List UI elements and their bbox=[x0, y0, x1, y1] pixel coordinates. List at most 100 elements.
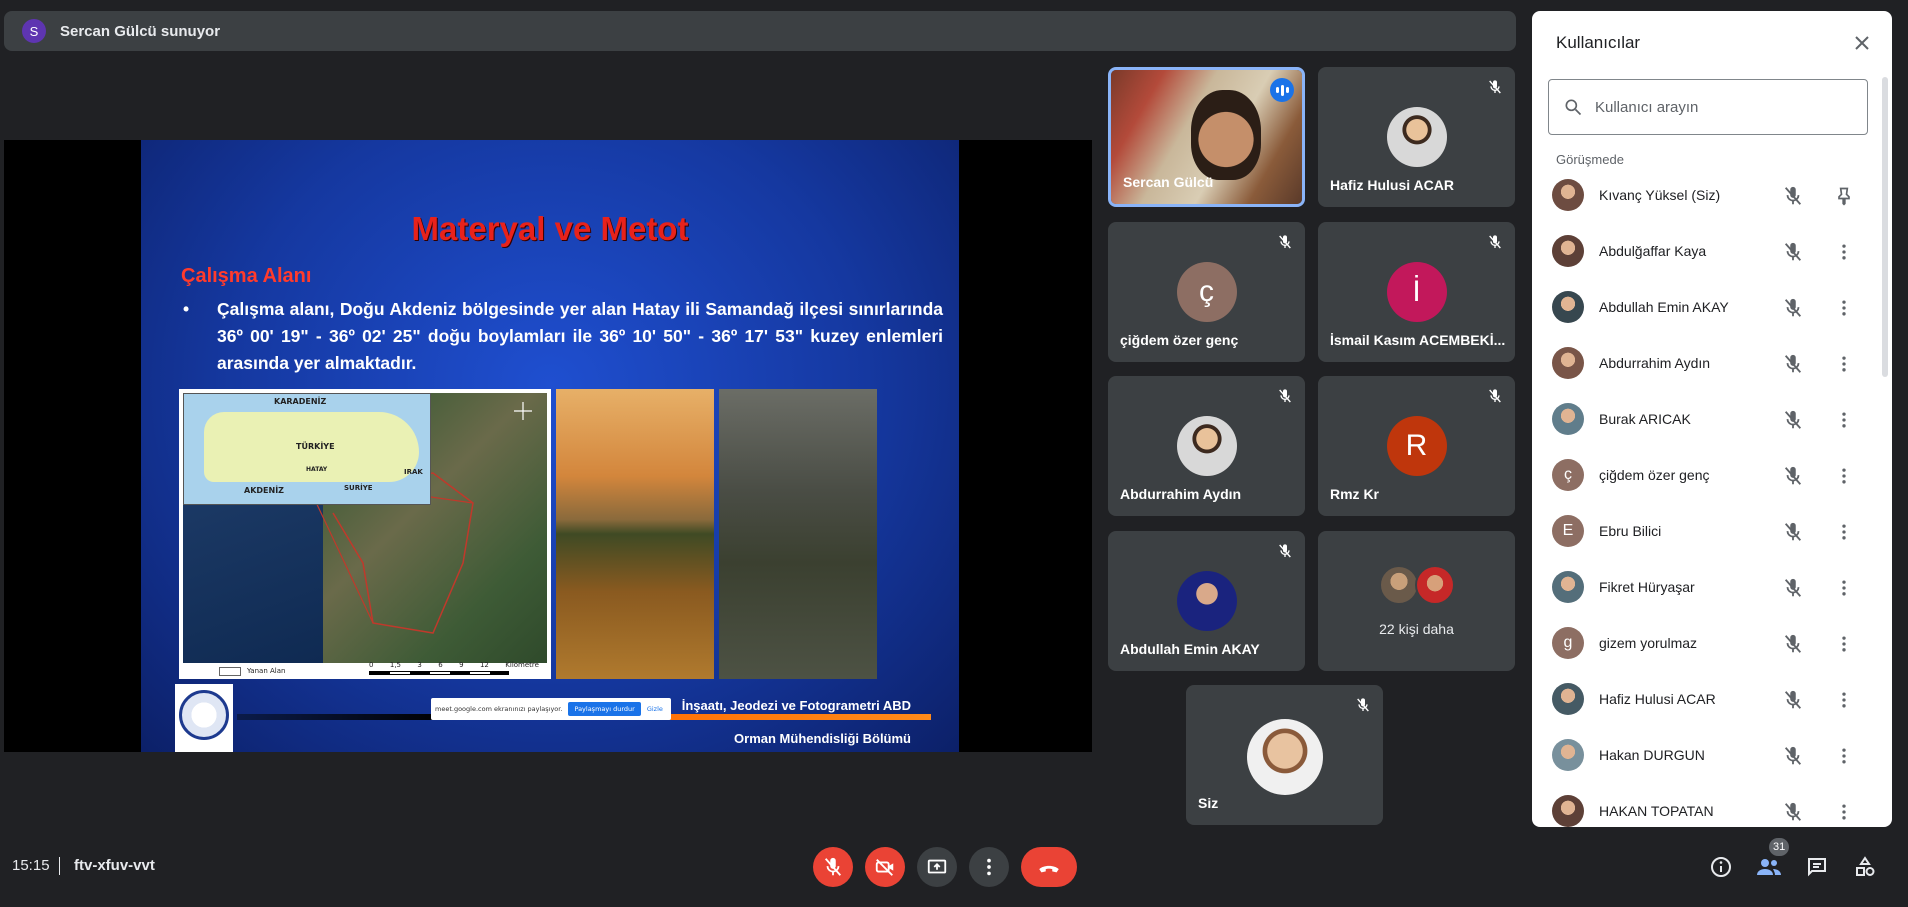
pin-icon[interactable] bbox=[1832, 184, 1856, 208]
user-name: HAKAN TOPATAN bbox=[1599, 803, 1714, 819]
avatar bbox=[1552, 739, 1584, 771]
more-vert-icon[interactable] bbox=[1832, 240, 1856, 264]
self-tile[interactable]: Siz bbox=[1186, 685, 1383, 825]
presentation-view[interactable]: Materyal ve Metot Çalışma Alanı • Çalışm… bbox=[4, 140, 1092, 752]
participant-tile-hafiz[interactable]: Hafiz Hulusi ACAR bbox=[1318, 67, 1515, 207]
user-list-item[interactable]: Hafiz Hulusi ACAR bbox=[1532, 671, 1892, 727]
mic-off-icon[interactable] bbox=[1782, 689, 1804, 711]
user-name: Ebru Bilici bbox=[1599, 523, 1662, 539]
label-hatay: HATAY bbox=[306, 466, 328, 473]
mic-off-icon[interactable] bbox=[1782, 745, 1804, 767]
slide-title: Materyal ve Metot bbox=[411, 210, 689, 247]
user-list-item[interactable]: Burak ARICAK bbox=[1532, 391, 1892, 447]
mic-off-icon[interactable] bbox=[1782, 185, 1804, 207]
more-vert-icon[interactable] bbox=[1832, 520, 1856, 544]
mic-off-icon bbox=[1489, 389, 1501, 403]
panel-title: Kullanıcılar bbox=[1556, 33, 1641, 52]
user-list-item[interactable]: Fikret Hüryaşar bbox=[1532, 559, 1892, 615]
more-vert-icon[interactable] bbox=[1832, 296, 1856, 320]
participant-tile-abdurrahim[interactable]: Abdurrahim Aydın bbox=[1108, 376, 1305, 516]
more-vert-icon[interactable] bbox=[1832, 464, 1856, 488]
search-field[interactable] bbox=[1548, 79, 1868, 135]
user-list-item[interactable]: ç çiğdem özer genç bbox=[1532, 447, 1892, 503]
more-vert-icon[interactable] bbox=[1832, 632, 1856, 656]
slide: Materyal ve Metot Çalışma Alanı • Çalışm… bbox=[141, 140, 959, 752]
present-screen-icon bbox=[927, 859, 947, 874]
meeting-code[interactable]: ftv-xfuv-vvt bbox=[74, 857, 155, 874]
slide-bullet-text: Çalışma alanı, Doğu Akdeniz bölgesinde y… bbox=[217, 299, 943, 373]
presenter-bar[interactable]: S Sercan Gülcü sunuyor bbox=[4, 11, 1516, 51]
participant-tile-abdullah[interactable]: Abdullah Emin AKAY bbox=[1108, 531, 1305, 671]
search-input[interactable] bbox=[1595, 98, 1845, 116]
people-button[interactable] bbox=[1754, 852, 1784, 882]
map-scale: 0 1,5 3 6 9 12 Kilometre bbox=[369, 661, 539, 669]
user-list-item[interactable]: Hakan DURGUN bbox=[1532, 727, 1892, 783]
mic-toggle-button[interactable] bbox=[813, 847, 853, 887]
mic-off-icon[interactable] bbox=[1782, 521, 1804, 543]
turkey-inset-map: KARADENİZ TÜRKİYE HATAY IRAK AKDENİZ SUR… bbox=[183, 393, 431, 505]
more-vert-icon[interactable] bbox=[1832, 688, 1856, 712]
user-list-item[interactable]: Abdulğaffar Kaya bbox=[1532, 223, 1892, 279]
presenter-avatar: S bbox=[22, 19, 46, 43]
info-icon bbox=[1711, 857, 1731, 877]
participant-video bbox=[1191, 90, 1261, 180]
user-name: Abdullah Emin AKAY bbox=[1599, 299, 1729, 315]
user-name: Burak ARICAK bbox=[1599, 411, 1691, 427]
activities-icon bbox=[1856, 856, 1875, 876]
more-options-button[interactable] bbox=[969, 847, 1009, 887]
avatar: İ bbox=[1386, 262, 1447, 322]
leave-call-button[interactable] bbox=[1021, 847, 1077, 887]
stop-sharing-button[interactable]: Paylaşmayı durdur bbox=[568, 702, 641, 716]
activities-button[interactable] bbox=[1850, 852, 1880, 882]
slide-bullet: • Çalışma alanı, Doğu Akdeniz bölgesinde… bbox=[183, 296, 943, 377]
user-list-item[interactable]: HAKAN TOPATAN bbox=[1532, 783, 1892, 827]
user-list-item[interactable]: g gizem yorulmaz bbox=[1532, 615, 1892, 671]
more-vert-icon[interactable] bbox=[1832, 352, 1856, 376]
mic-off-icon[interactable] bbox=[1782, 353, 1804, 375]
mic-off-icon[interactable] bbox=[1782, 409, 1804, 431]
present-button[interactable] bbox=[917, 847, 957, 887]
user-name: Hafiz Hulusi ACAR bbox=[1599, 691, 1716, 707]
mic-off-icon bbox=[1357, 698, 1369, 712]
mic-off-icon[interactable] bbox=[1782, 633, 1804, 655]
avatar: ç bbox=[1176, 262, 1237, 322]
speaking-indicator-icon bbox=[1270, 78, 1294, 102]
label-irak: IRAK bbox=[404, 468, 423, 476]
study-area-map: KARADENİZ TÜRKİYE HATAY IRAK AKDENİZ SUR… bbox=[179, 389, 551, 679]
clock: 15:15 bbox=[12, 857, 50, 874]
avatar bbox=[1552, 347, 1584, 379]
more-vert-icon[interactable] bbox=[1832, 744, 1856, 768]
mic-off-icon[interactable] bbox=[1782, 241, 1804, 263]
user-list-item[interactable]: Abdurrahim Aydın bbox=[1532, 335, 1892, 391]
avatar bbox=[1176, 416, 1237, 476]
user-list-item[interactable]: E Ebru Bilici bbox=[1532, 503, 1892, 559]
mic-off-icon[interactable] bbox=[1782, 801, 1804, 823]
participant-tile-ismail[interactable]: İ İsmail Kasım ACEMBEKİ... bbox=[1318, 222, 1515, 362]
more-participants-tile[interactable]: 22 kişi daha bbox=[1318, 531, 1515, 671]
hide-banner-button[interactable]: Gizle bbox=[647, 705, 663, 713]
more-vert-icon[interactable] bbox=[1832, 576, 1856, 600]
chat-button[interactable] bbox=[1802, 852, 1832, 882]
participant-count-badge: 31 bbox=[1769, 838, 1790, 856]
mic-off-icon bbox=[1279, 235, 1291, 249]
people-icon bbox=[1757, 859, 1781, 875]
participant-tile-rmz[interactable]: R Rmz Kr bbox=[1318, 376, 1515, 516]
user-name: Fikret Hüryaşar bbox=[1599, 579, 1695, 595]
user-list-item[interactable]: Abdullah Emin AKAY bbox=[1532, 279, 1892, 335]
mic-off-icon[interactable] bbox=[1782, 297, 1804, 319]
avatar: g bbox=[1552, 627, 1584, 659]
footer-department: İnşaatı, Jeodezi ve Fotogrametri ABD bbox=[681, 698, 911, 713]
camera-toggle-button[interactable] bbox=[865, 847, 905, 887]
participant-tile-sercan[interactable]: Sercan Gülcü bbox=[1108, 67, 1305, 207]
mic-off-icon[interactable] bbox=[1782, 465, 1804, 487]
user-list-item[interactable]: Kıvanç Yüksel (Siz) bbox=[1532, 167, 1892, 223]
user-name: Abdulğaffar Kaya bbox=[1599, 243, 1707, 259]
more-vert-icon[interactable] bbox=[1832, 800, 1856, 824]
mic-off-icon[interactable] bbox=[1782, 577, 1804, 599]
participant-tile-cigdem[interactable]: ç çiğdem özer genç bbox=[1108, 222, 1305, 362]
user-name: Abdurrahim Aydın bbox=[1599, 355, 1711, 371]
more-vert-icon[interactable] bbox=[1832, 408, 1856, 432]
close-icon[interactable] bbox=[1850, 31, 1874, 55]
meeting-details-button[interactable] bbox=[1706, 852, 1736, 882]
burned-forest-photo bbox=[719, 389, 877, 679]
